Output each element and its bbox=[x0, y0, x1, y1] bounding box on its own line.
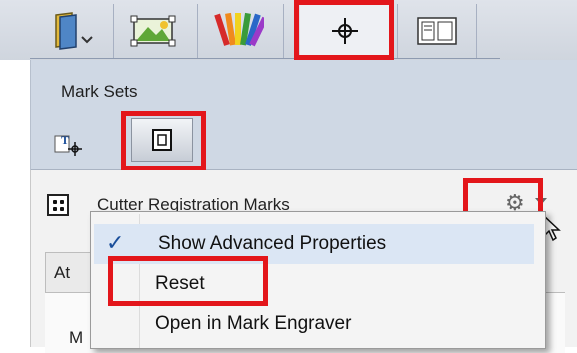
book-icon bbox=[55, 12, 93, 50]
color-palette-icon bbox=[214, 12, 264, 47]
cutter-registration-icon bbox=[47, 194, 69, 216]
menu-item-label: Open in Mark Engraver bbox=[155, 313, 352, 334]
menu-item-show-advanced-properties[interactable]: ✓ Show Advanced Properties bbox=[94, 224, 534, 264]
check-icon: ✓ bbox=[106, 230, 125, 255]
new-mark-set-button[interactable] bbox=[131, 118, 193, 162]
document-icon bbox=[152, 129, 172, 151]
hidden-row-label: M bbox=[69, 328, 84, 347]
mark-sets-section: Mark Sets T bbox=[30, 60, 577, 170]
book-button[interactable] bbox=[38, 4, 112, 58]
menu-item-reset[interactable]: Reset bbox=[91, 264, 545, 304]
image-edit-button[interactable] bbox=[116, 4, 190, 58]
chevron-down-icon[interactable] bbox=[535, 198, 547, 205]
menu-item-label: Reset bbox=[155, 273, 205, 294]
layout-icon bbox=[417, 17, 457, 45]
registration-mark-button[interactable] bbox=[300, 4, 390, 58]
context-menu: ✓ Show Advanced Properties Reset Open in… bbox=[90, 211, 546, 349]
text-mark-icon[interactable]: T bbox=[53, 130, 83, 158]
top-toolbar bbox=[0, 0, 577, 60]
svg-text:T: T bbox=[61, 133, 69, 147]
registration-mark-icon bbox=[332, 18, 358, 44]
color-palette-button[interactable] bbox=[200, 4, 274, 58]
layout-button[interactable] bbox=[400, 4, 474, 58]
tab-label: At bbox=[54, 263, 71, 282]
menu-item-open-in-mark-engraver[interactable]: Open in Mark Engraver bbox=[91, 304, 545, 344]
menu-item-label: Show Advanced Properties bbox=[158, 233, 387, 254]
mark-sets-title: Mark Sets bbox=[61, 82, 138, 101]
image-edit-icon bbox=[130, 15, 176, 47]
